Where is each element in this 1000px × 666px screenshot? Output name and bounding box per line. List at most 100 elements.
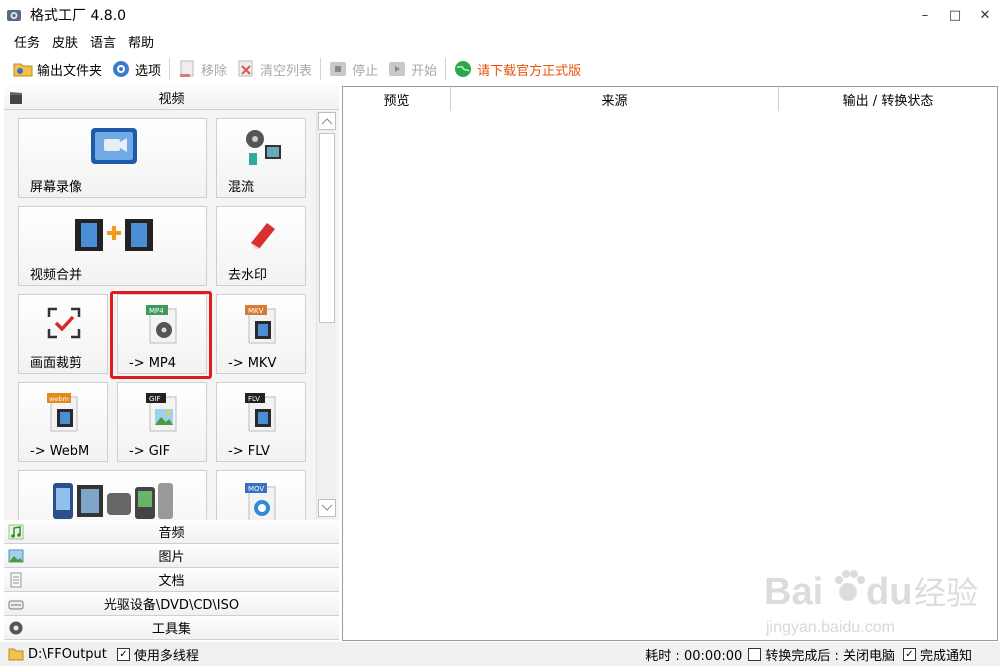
svg-text:webm: webm (49, 395, 69, 403)
scroll-thumb[interactable] (319, 133, 335, 323)
category-document-label: 文档 (158, 574, 185, 589)
maximize-button[interactable]: □ (940, 0, 970, 30)
svg-text:MKV: MKV (248, 307, 264, 315)
mov-file-icon: MOV (245, 483, 276, 520)
category-optical-drive-label: 光驱设备\DVD\CD\ISO (103, 598, 240, 613)
start-button[interactable]: 开始 (386, 56, 437, 82)
multithread-checkbox[interactable]: ✓ (116, 647, 130, 661)
tile-label: -> FLV (228, 444, 270, 459)
webm-file-icon: webm (47, 393, 78, 432)
tile-to-flv[interactable]: FLV -> FLV (216, 382, 306, 462)
title-bar: 格式工厂 4.8.0 – □ ✕ (0, 0, 1000, 30)
tile-mux[interactable]: 混流 (216, 118, 306, 198)
after-done-label[interactable]: 转换完成后 : 关闭电脑 (765, 645, 895, 664)
scroll-down-button[interactable] (318, 499, 336, 517)
remove-watermark-icon (251, 223, 275, 249)
options-label: 选项 (135, 63, 162, 79)
menu-language[interactable]: 语言 (90, 32, 116, 51)
toolbar-divider (445, 58, 447, 80)
mkv-file-icon: MKV (245, 305, 276, 344)
window-title: 格式工厂 4.8.0 (30, 8, 127, 24)
tile-label: 画面裁剪 (30, 356, 83, 371)
category-audio[interactable]: 音频 (4, 520, 339, 544)
tile-to-mkv[interactable]: MKV -> MKV (216, 294, 306, 374)
toolbar-divider (169, 58, 171, 80)
column-preview[interactable]: 预览 (343, 87, 451, 111)
watermark-cn: 经验 (914, 574, 978, 612)
tile-label: -> MKV (228, 356, 277, 371)
watermark-brand-2: du (866, 571, 912, 613)
column-output-status[interactable]: 输出 / 转换状态 (779, 87, 997, 111)
tile-video-merge[interactable]: 视频合并 (18, 206, 207, 286)
output-folder-label: 输出文件夹 (37, 63, 103, 79)
tile-to-webm[interactable]: webm -> WebM (18, 382, 108, 462)
chevron-up-icon (321, 118, 333, 125)
download-official-link[interactable]: 请下载官方正式版 (452, 56, 581, 82)
stop-button[interactable]: 停止 (327, 56, 378, 82)
film-clapper-icon (10, 92, 22, 104)
toolbar-divider (320, 58, 322, 80)
globe-icon (455, 61, 472, 77)
tile-mobile-devices[interactable] (18, 470, 207, 520)
column-source[interactable]: 来源 (451, 87, 779, 111)
download-official-label: 请下载官方正式版 (477, 63, 582, 79)
category-optical-drive[interactable]: 光驱设备\DVD\CD\ISO (4, 592, 339, 616)
scroll-up-button[interactable] (318, 112, 336, 130)
document-icon (10, 572, 22, 588)
stop-label: 停止 (352, 63, 379, 79)
notify-label: 完成通知 (919, 648, 972, 664)
remove-label: 移除 (201, 63, 228, 79)
output-path[interactable]: D:\FFOutput (28, 647, 107, 662)
category-audio-label: 音频 (158, 526, 185, 541)
menu-help[interactable]: 帮助 (128, 32, 154, 51)
status-bar: D:\FFOutput ✓ 使用多线程 耗时 : 00:00:00 转换完成后 … (0, 642, 1000, 666)
category-toolbox-label: 工具集 (151, 622, 191, 637)
menu-skin[interactable]: 皮肤 (52, 32, 78, 51)
toolbox-gear-icon (9, 621, 23, 635)
stop-icon (330, 62, 347, 76)
category-video[interactable]: 视频 (4, 86, 339, 110)
task-list-header: 预览 来源 输出 / 转换状态 (343, 87, 997, 111)
minimize-button[interactable]: – (910, 0, 940, 30)
start-label: 开始 (411, 63, 438, 79)
output-folder-icon (8, 648, 24, 661)
video-merge-icon (75, 219, 153, 251)
after-done-checkbox[interactable] (748, 647, 762, 661)
tile-label: 混流 (228, 180, 255, 195)
category-document[interactable]: 文档 (4, 568, 339, 592)
output-folder-button[interactable]: 输出文件夹 (12, 56, 102, 82)
clear-list-icon (238, 60, 253, 77)
mux-icon (246, 130, 281, 165)
tiles-scrollbar[interactable] (316, 111, 336, 519)
category-toolbox[interactable]: 工具集 (4, 616, 339, 640)
svg-text:GIF: GIF (149, 395, 161, 403)
gif-file-icon: GIF (146, 393, 177, 432)
tile-crop[interactable]: 画面裁剪 (18, 294, 108, 374)
menu-bar: 任务 皮肤 语言 帮助 (0, 30, 1000, 52)
remove-button[interactable]: 移除 (176, 56, 227, 82)
tile-to-gif[interactable]: GIF -> GIF (117, 382, 207, 462)
tile-remove-watermark[interactable]: 去水印 (216, 206, 306, 286)
close-button[interactable]: ✕ (970, 0, 1000, 30)
tile-label: 屏幕录像 (30, 180, 83, 195)
tile-screen-record[interactable]: 屏幕录像 (18, 118, 207, 198)
toolbar: 输出文件夹 选项 移除 清空列表 停止 开始 请下载官方正式版 (0, 54, 1000, 84)
clear-list-label: 清空列表 (260, 63, 313, 79)
app-logo-icon (7, 10, 21, 21)
notify-checkbox[interactable]: ✓ (902, 647, 916, 661)
options-button[interactable]: 选项 (110, 56, 161, 82)
watermark-url: jingyan.baidu.com (765, 619, 895, 636)
clear-list-button[interactable]: 清空列表 (235, 56, 312, 82)
selection-highlight (110, 291, 212, 379)
baidu-jingyan-watermark: Bai du 经验 jingyan.baidu.com (764, 570, 978, 636)
tile-label: -> WebM (30, 444, 90, 459)
menu-task[interactable]: 任务 (14, 32, 40, 51)
tile-to-mov[interactable]: MOV (216, 470, 306, 520)
chevron-down-icon (321, 504, 333, 511)
elapsed-time: 耗时 : 00:00:00 (645, 648, 743, 664)
tile-label: 视频合并 (30, 268, 83, 283)
svg-text:FLV: FLV (248, 395, 260, 403)
devices-icon (53, 483, 173, 519)
crop-icon (47, 307, 81, 339)
category-image[interactable]: 图片 (4, 544, 339, 568)
